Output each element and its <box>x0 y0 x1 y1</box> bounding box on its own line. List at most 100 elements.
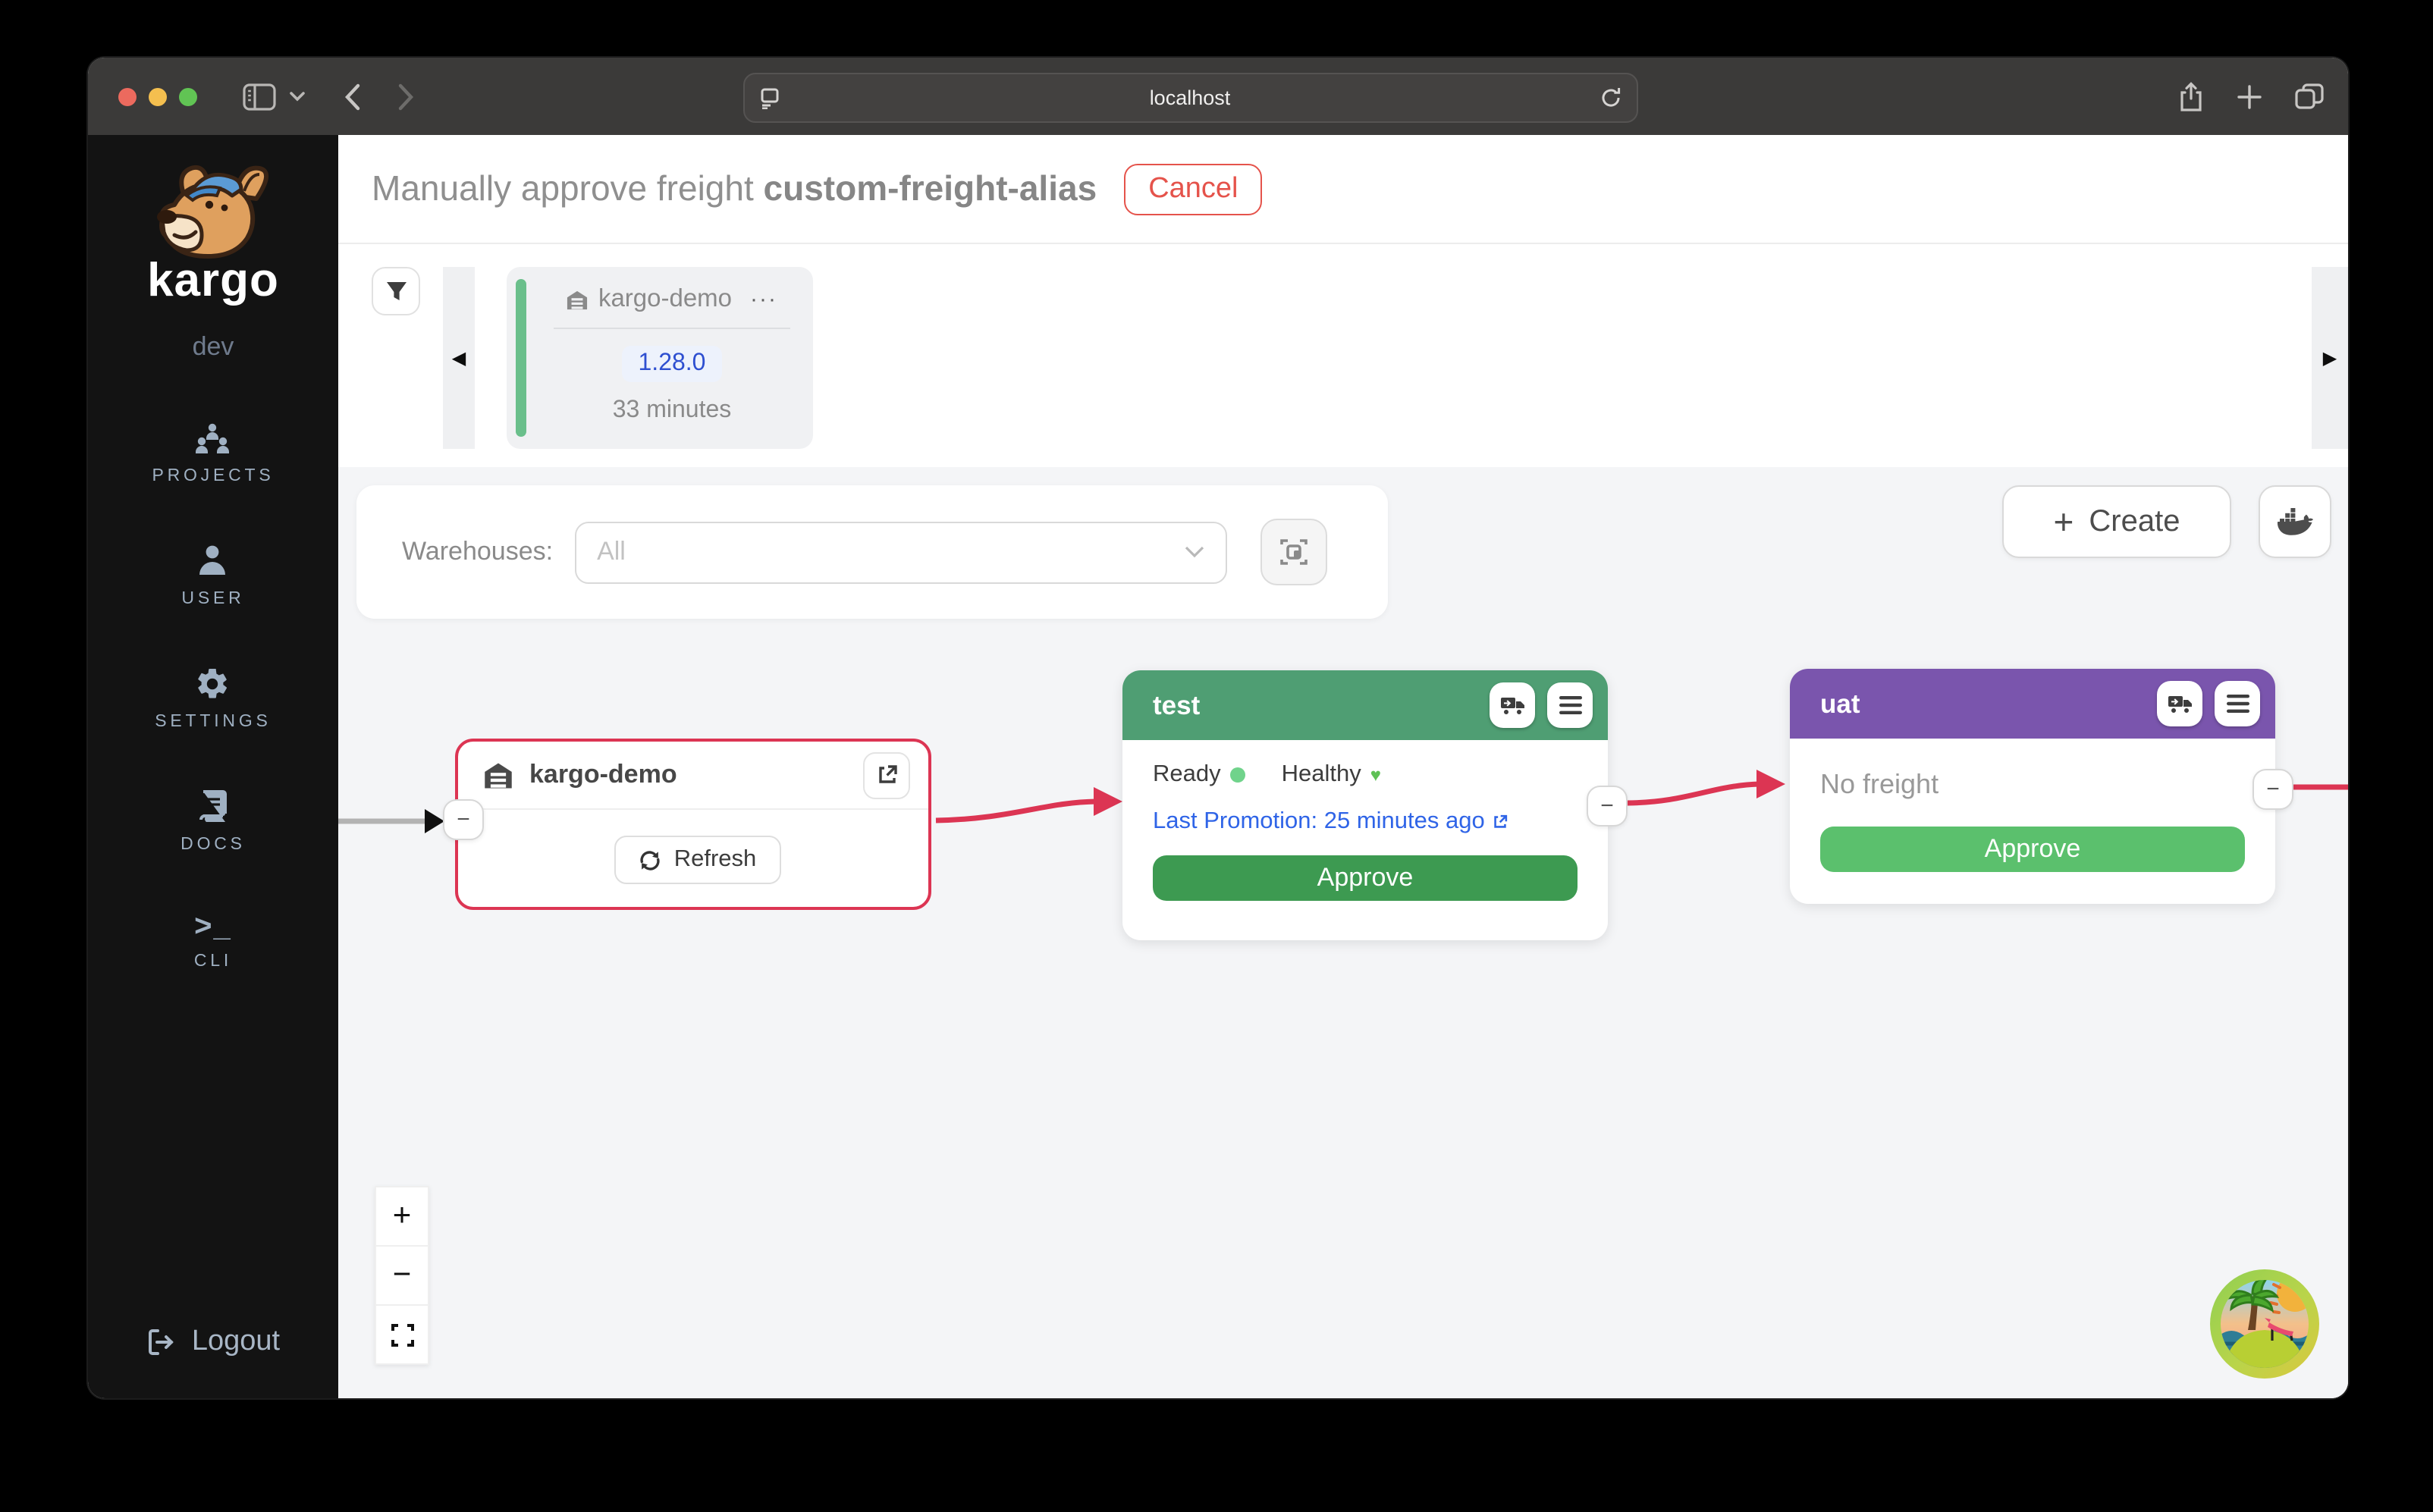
page-settings-icon[interactable] <box>760 87 780 108</box>
stage-menu-button[interactable] <box>1547 682 1593 728</box>
create-button[interactable]: + Create <box>2002 485 2231 558</box>
edge-collapse-button[interactable]: − <box>1587 786 1628 827</box>
main-content: Manually approve freight custom-freight-… <box>338 135 2348 1398</box>
canvas-zoom-controls: + − <box>375 1186 429 1365</box>
sidebar-item-cli[interactable]: >_ CLI <box>194 911 232 971</box>
warehouses-card: Warehouses: All <box>356 485 1388 619</box>
freight-more-button[interactable]: ··· <box>750 287 777 312</box>
stage-node-uat[interactable]: uat <box>1790 669 2275 904</box>
freight-age: 33 minutes <box>613 397 732 425</box>
terminal-icon: >_ <box>194 911 232 942</box>
fit-view-button[interactable] <box>375 1306 429 1365</box>
back-button[interactable] <box>344 83 361 110</box>
fullscreen-icon <box>391 1323 413 1346</box>
hamburger-icon <box>2226 695 2249 713</box>
sidebar-item-docs[interactable]: DOCS <box>181 789 246 854</box>
timeline-next-arrow[interactable]: ▶ <box>2312 267 2348 449</box>
refresh-button[interactable]: Refresh <box>614 836 781 884</box>
close-window-button[interactable] <box>118 87 137 105</box>
cancel-button[interactable]: Cancel <box>1124 163 1262 215</box>
stage-node-test[interactable]: test <box>1122 670 1608 940</box>
chevron-down-icon <box>1184 546 1204 558</box>
warehouses-select[interactable]: All <box>574 521 1226 583</box>
sidebar: kargo dev PROJECTS USER <box>88 135 338 1398</box>
refresh-icon <box>639 849 662 871</box>
freight-card[interactable]: kargo-demo ··· 1.28.0 33 minutes <box>507 267 813 449</box>
book-icon <box>196 789 231 825</box>
logout-icon <box>146 1327 177 1357</box>
last-promotion-link[interactable]: Last Promotion: 25 minutes ago <box>1153 808 1578 836</box>
ready-label: Ready <box>1153 761 1221 789</box>
projects-icon <box>193 423 233 456</box>
sidebar-item-user[interactable]: USER <box>181 543 244 608</box>
stage-preview-button[interactable] <box>1260 519 1326 585</box>
new-tab-icon[interactable] <box>2237 84 2262 108</box>
zoom-in-button[interactable]: + <box>375 1186 429 1247</box>
minimize-window-button[interactable] <box>149 87 167 105</box>
sidebar-item-settings[interactable]: SETTINGS <box>155 666 271 731</box>
sidebar-nav: PROJECTS USER SETTINGS <box>152 423 274 971</box>
warehouses-label: Warehouses: <box>402 537 553 567</box>
warehouse-icon <box>482 761 514 789</box>
stage-title: uat <box>1820 688 2145 720</box>
warehouses-select-value: All <box>597 537 1184 567</box>
warehouse-icon <box>567 289 589 310</box>
logout-button[interactable]: Logout <box>88 1325 338 1359</box>
edge-collapse-button[interactable]: − <box>443 799 484 840</box>
stage-menu-button[interactable] <box>2215 681 2260 726</box>
plus-icon: + <box>2054 501 2074 542</box>
freight-truck-button[interactable] <box>1490 682 1535 728</box>
healthy-heart-icon: ♥ <box>1370 764 1381 786</box>
freight-status-bar <box>516 279 526 437</box>
sidebar-toggle-icon[interactable] <box>243 83 276 110</box>
sidebar-item-projects[interactable]: PROJECTS <box>152 423 274 485</box>
sidebar-item-label: DOCS <box>181 836 246 854</box>
warehouse-node-title: kargo-demo <box>529 760 863 790</box>
page-title: Manually approve freight custom-freight-… <box>372 168 1097 209</box>
freight-divider <box>554 328 791 329</box>
kangaroo-mascot-icon <box>140 162 286 262</box>
timeline-prev-arrow[interactable]: ◀ <box>443 267 475 449</box>
forward-button[interactable] <box>397 83 414 110</box>
address-bar[interactable]: localhost <box>743 73 1638 123</box>
external-link-icon <box>1493 814 1508 830</box>
edge-collapse-button[interactable]: − <box>2252 769 2293 810</box>
kargo-wordmark: kargo <box>147 253 279 308</box>
approve-button[interactable]: Approve <box>1820 827 2245 872</box>
sidebar-item-label: PROJECTS <box>152 467 274 485</box>
url-text[interactable]: localhost <box>780 86 1600 109</box>
version-label: dev <box>193 332 234 362</box>
browser-toolbar: localhost <box>88 58 2348 136</box>
no-freight-label: No freight <box>1820 769 2245 801</box>
freight-version-tag[interactable]: 1.28.0 <box>622 346 723 382</box>
filter-button[interactable] <box>372 267 420 315</box>
traffic-lights <box>118 87 197 105</box>
ready-status-dot <box>1230 767 1245 783</box>
user-icon <box>195 543 231 579</box>
docker-icon <box>2277 507 2313 536</box>
stage-title: test <box>1153 689 1477 721</box>
node-divider <box>458 808 928 810</box>
island-badge-icon <box>2209 1268 2321 1380</box>
reload-icon[interactable] <box>1600 86 1621 109</box>
last-promotion-text: Last Promotion: 25 minutes ago <box>1153 808 1485 836</box>
tab-overview-icon[interactable] <box>2295 83 2324 109</box>
zoom-window-button[interactable] <box>179 87 197 105</box>
warehouse-node-kargo-demo[interactable]: kargo-demo Refresh <box>455 739 931 910</box>
stage-header: uat <box>1790 669 2275 739</box>
stage-header: test <box>1122 670 1608 740</box>
freight-truck-button[interactable] <box>2157 681 2202 726</box>
sidebar-item-label: CLI <box>194 952 232 971</box>
refresh-label: Refresh <box>674 846 757 874</box>
page-header: Manually approve freight custom-freight-… <box>338 135 2348 244</box>
image-frame-icon <box>1279 538 1307 566</box>
open-warehouse-button[interactable] <box>863 751 910 798</box>
zoom-out-button[interactable]: − <box>375 1247 429 1306</box>
docker-button[interactable] <box>2259 485 2331 558</box>
hamburger-icon <box>1559 696 1581 714</box>
sidebar-item-label: SETTINGS <box>155 713 271 731</box>
chevron-down-icon[interactable] <box>290 91 305 102</box>
share-icon[interactable] <box>2178 81 2204 111</box>
logout-label: Logout <box>192 1325 280 1359</box>
approve-button[interactable]: Approve <box>1153 855 1578 901</box>
